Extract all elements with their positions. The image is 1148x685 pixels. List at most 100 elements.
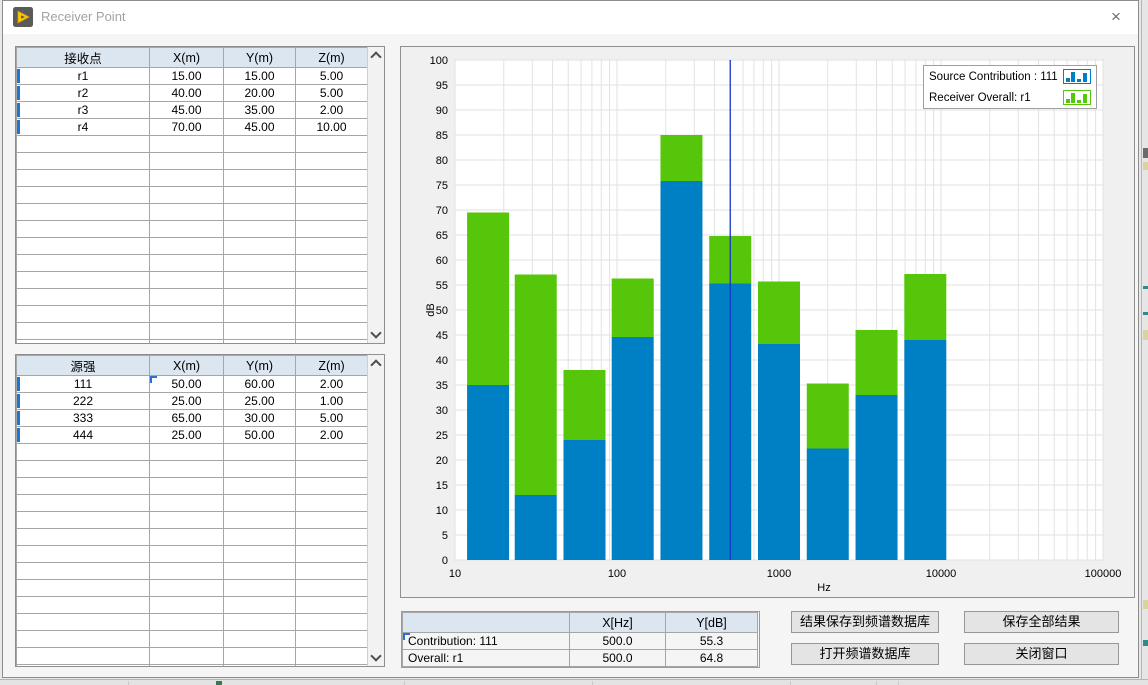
table-cell[interactable]: 2.00 xyxy=(296,427,368,444)
empty-table-cell[interactable] xyxy=(150,153,224,170)
empty-table-cell[interactable] xyxy=(17,170,150,187)
table-cell[interactable]: 5.00 xyxy=(296,85,368,102)
empty-table-cell[interactable] xyxy=(224,289,296,306)
scroll-up-icon[interactable] xyxy=(370,51,381,62)
close-window-icon[interactable]: × xyxy=(1107,8,1125,26)
empty-table-cell[interactable] xyxy=(296,665,368,668)
empty-table-cell[interactable] xyxy=(224,563,296,580)
empty-table-cell[interactable] xyxy=(150,444,224,461)
table-cell[interactable]: 500.0 xyxy=(570,633,666,650)
empty-table-cell[interactable] xyxy=(224,255,296,272)
receiver-table-scrollbar[interactable] xyxy=(367,47,384,343)
table-cell[interactable]: 30.00 xyxy=(224,410,296,427)
empty-table-cell[interactable] xyxy=(296,444,368,461)
empty-table-cell[interactable] xyxy=(296,597,368,614)
empty-table-cell[interactable] xyxy=(224,340,296,345)
table-cell[interactable]: 50.00 xyxy=(150,376,224,393)
empty-table-cell[interactable] xyxy=(150,136,224,153)
empty-table-cell[interactable] xyxy=(150,597,224,614)
empty-table-cell[interactable] xyxy=(17,631,150,648)
contribution-bar-segment[interactable] xyxy=(758,344,800,560)
empty-table-cell[interactable] xyxy=(17,580,150,597)
contribution-bar-segment[interactable] xyxy=(563,440,605,560)
contribution-bar-segment[interactable] xyxy=(515,495,557,560)
save-to-spectrum-db-button[interactable]: 结果保存到频谱数据库 xyxy=(791,611,939,633)
table-cell[interactable]: r2 xyxy=(17,85,150,102)
table-cell[interactable]: r1 xyxy=(17,68,150,85)
empty-table-cell[interactable] xyxy=(17,255,150,272)
empty-table-cell[interactable] xyxy=(296,529,368,546)
table-cell[interactable]: 25.00 xyxy=(224,393,296,410)
empty-table-cell[interactable] xyxy=(296,340,368,345)
empty-table-cell[interactable] xyxy=(17,665,150,668)
empty-table-cell[interactable] xyxy=(150,272,224,289)
empty-table-cell[interactable] xyxy=(224,665,296,668)
empty-table-cell[interactable] xyxy=(150,563,224,580)
empty-table-cell[interactable] xyxy=(296,221,368,238)
table-cell[interactable]: 2.00 xyxy=(296,102,368,119)
empty-table-cell[interactable] xyxy=(224,529,296,546)
empty-table-cell[interactable] xyxy=(150,546,224,563)
empty-table-cell[interactable] xyxy=(17,648,150,665)
empty-table-cell[interactable] xyxy=(150,340,224,345)
table-cell[interactable]: 70.00 xyxy=(150,119,224,136)
empty-table-cell[interactable] xyxy=(17,461,150,478)
open-spectrum-db-button[interactable]: 打开频谱数据库 xyxy=(791,643,939,665)
empty-table-cell[interactable] xyxy=(224,204,296,221)
empty-table-cell[interactable] xyxy=(150,529,224,546)
overall-bar-segment[interactable] xyxy=(904,274,946,340)
empty-table-cell[interactable] xyxy=(150,306,224,323)
table-cell[interactable]: 5.00 xyxy=(296,410,368,427)
table-cell[interactable]: 333 xyxy=(17,410,150,427)
table-cell[interactable]: 50.00 xyxy=(224,427,296,444)
table-cell[interactable]: 40.00 xyxy=(150,85,224,102)
empty-table-cell[interactable] xyxy=(17,495,150,512)
empty-table-cell[interactable] xyxy=(150,495,224,512)
overall-bar-segment[interactable] xyxy=(856,330,898,395)
empty-table-cell[interactable] xyxy=(224,495,296,512)
table-cell[interactable]: 444 xyxy=(17,427,150,444)
source-table-scrollbar[interactable] xyxy=(367,355,384,666)
legend-item-overall[interactable]: Receiver Overall: r1 xyxy=(924,87,1096,108)
empty-table-cell[interactable] xyxy=(150,665,224,668)
table-cell[interactable]: r3 xyxy=(17,102,150,119)
contribution-bar-segment[interactable] xyxy=(660,181,702,560)
contribution-bar-segment[interactable] xyxy=(856,395,898,560)
empty-table-cell[interactable] xyxy=(17,306,150,323)
table-cell[interactable]: 20.00 xyxy=(224,85,296,102)
empty-table-cell[interactable] xyxy=(17,512,150,529)
empty-table-cell[interactable] xyxy=(150,461,224,478)
empty-table-cell[interactable] xyxy=(224,478,296,495)
empty-table-cell[interactable] xyxy=(224,512,296,529)
empty-table-cell[interactable] xyxy=(296,546,368,563)
overall-bar-segment[interactable] xyxy=(758,282,800,345)
empty-table-cell[interactable] xyxy=(296,563,368,580)
empty-table-cell[interactable] xyxy=(17,529,150,546)
table-cell[interactable]: Overall: r1 xyxy=(403,650,570,667)
empty-table-cell[interactable] xyxy=(150,238,224,255)
table-cell[interactable]: 60.00 xyxy=(224,376,296,393)
empty-table-cell[interactable] xyxy=(150,580,224,597)
empty-table-cell[interactable] xyxy=(224,648,296,665)
empty-table-cell[interactable] xyxy=(296,272,368,289)
empty-table-cell[interactable] xyxy=(17,597,150,614)
empty-table-cell[interactable] xyxy=(224,306,296,323)
empty-table-cell[interactable] xyxy=(224,444,296,461)
empty-table-cell[interactable] xyxy=(224,238,296,255)
empty-table-cell[interactable] xyxy=(224,221,296,238)
table-cell[interactable]: 55.3 xyxy=(666,633,758,650)
empty-table-cell[interactable] xyxy=(17,272,150,289)
overall-bar-segment[interactable] xyxy=(563,370,605,440)
table-cell[interactable]: 45.00 xyxy=(150,102,224,119)
empty-table-cell[interactable] xyxy=(150,187,224,204)
empty-table-cell[interactable] xyxy=(150,170,224,187)
empty-table-cell[interactable] xyxy=(296,461,368,478)
contribution-bar-segment[interactable] xyxy=(612,337,654,560)
scroll-down-icon[interactable] xyxy=(370,327,381,338)
spectrum-bar-chart[interactable]: 0510152025303540455055606570758085909510… xyxy=(401,47,1134,597)
empty-table-cell[interactable] xyxy=(224,170,296,187)
empty-table-cell[interactable] xyxy=(17,204,150,221)
title-bar[interactable]: Receiver Point × xyxy=(3,1,1138,34)
contribution-bar-segment[interactable] xyxy=(904,340,946,560)
empty-table-cell[interactable] xyxy=(150,289,224,306)
